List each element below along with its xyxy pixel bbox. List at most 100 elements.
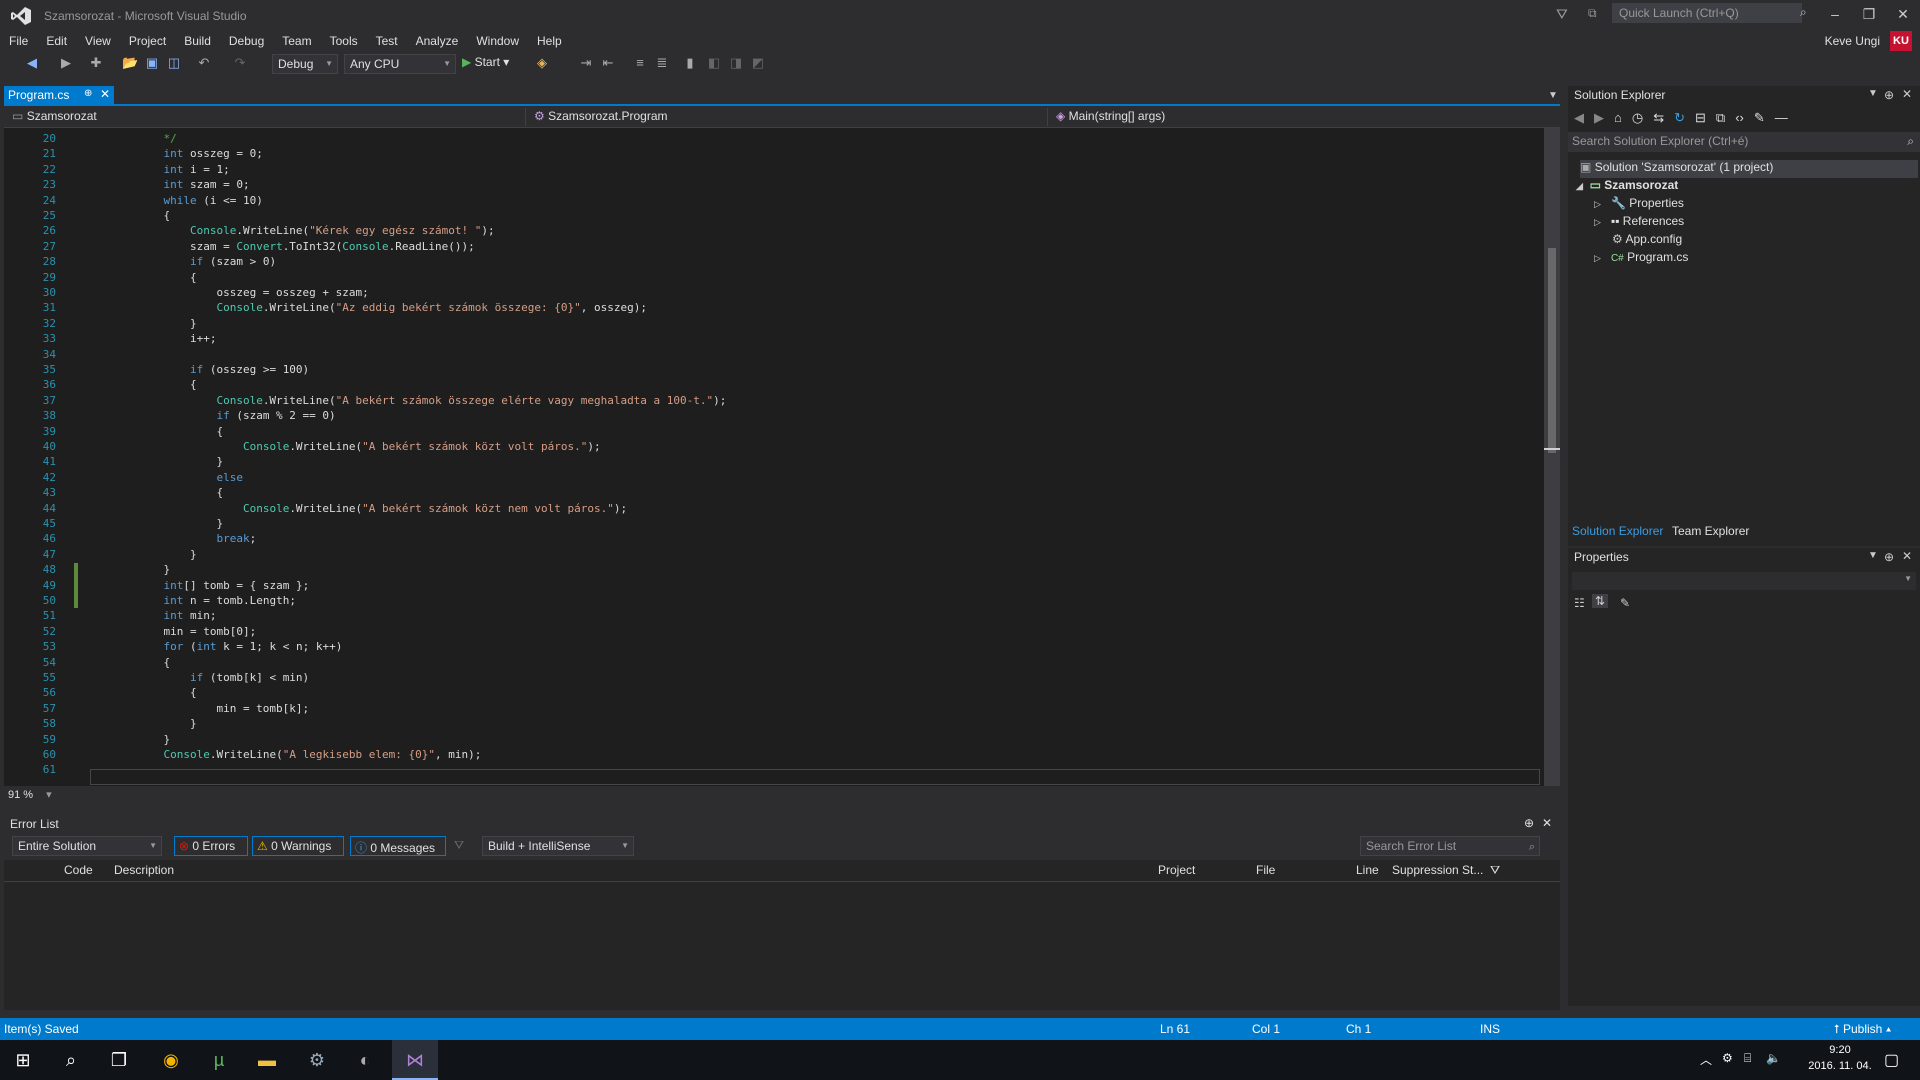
code-line[interactable]: if (tomb[k] < min): [84, 671, 309, 684]
code-line[interactable]: break;: [84, 532, 256, 545]
start-button[interactable]: ▶ Start ▾: [462, 55, 509, 69]
prev-bookmark-icon[interactable]: ◧: [706, 55, 722, 71]
error-search-input[interactable]: Search Error List ⌕: [1360, 836, 1540, 856]
code-line[interactable]: min = tomb[k];: [84, 702, 309, 715]
code-line[interactable]: while (i <= 10): [84, 194, 262, 207]
minimize-button[interactable]: –: [1822, 4, 1848, 24]
undo-icon[interactable]: ↶: [196, 55, 212, 71]
code-line[interactable]: osszeg = osszeg + szam;: [84, 286, 368, 299]
close-tab-icon[interactable]: ✕: [100, 87, 110, 101]
code-line[interactable]: {: [84, 486, 223, 499]
tree-project[interactable]: ◢ ▭ Szamsorozat: [1576, 178, 1678, 192]
code-line[interactable]: i++;: [84, 332, 217, 345]
tab-team-explorer[interactable]: Team Explorer: [1672, 524, 1749, 538]
code-line[interactable]: {: [84, 378, 197, 391]
code-line[interactable]: if (szam % 2 == 0): [84, 409, 335, 422]
messages-filter-button[interactable]: ⓘ 0 Messages: [350, 836, 446, 856]
steam-icon[interactable]: ⚙: [294, 1040, 340, 1080]
filter-icon[interactable]: ⛛: [454, 838, 464, 853]
code-line[interactable]: }: [84, 517, 223, 530]
menu-edit[interactable]: Edit: [37, 32, 76, 50]
source-select[interactable]: Build + IntelliSense ▼: [482, 836, 634, 856]
col-file[interactable]: File: [1256, 863, 1275, 877]
errors-filter-button[interactable]: ⊗ 0 Errors: [174, 836, 248, 856]
solution-search-input[interactable]: Search Solution Explorer (Ctrl+é) ⌕: [1568, 132, 1920, 152]
code-line[interactable]: int min;: [84, 609, 216, 622]
warnings-filter-button[interactable]: ⚠ 0 Warnings: [252, 836, 344, 856]
platform-select[interactable]: Any CPU ▼: [344, 54, 456, 74]
code-line[interactable]: {: [84, 686, 197, 699]
uncomment-icon[interactable]: ≣: [654, 55, 670, 71]
tree-item-program-cs[interactable]: ▷ C# Program.cs: [1594, 250, 1688, 264]
filter-icon[interactable]: ⛛: [1556, 6, 1568, 23]
close-icon[interactable]: ✕: [1542, 816, 1552, 830]
home-icon[interactable]: ⌂: [1614, 110, 1622, 126]
code-line[interactable]: else: [84, 471, 243, 484]
pin-icon[interactable]: ⊕: [84, 88, 92, 99]
save-icon[interactable]: ▣: [144, 55, 160, 71]
history-icon[interactable]: ◷: [1632, 110, 1643, 126]
quick-launch-input[interactable]: Quick Launch (Ctrl+Q): [1612, 3, 1802, 23]
forward-icon[interactable]: ▶: [1594, 110, 1604, 126]
code-line[interactable]: int[] tomb = { szam };: [84, 579, 309, 592]
class-combo[interactable]: ⚙ Szamsorozat.Program: [530, 108, 1048, 126]
step-icon[interactable]: ⇥: [578, 55, 594, 71]
menu-file[interactable]: File: [0, 32, 37, 50]
user-name[interactable]: Keve Ungi: [1825, 34, 1880, 48]
code-line[interactable]: Console.WriteLine("A legkisebb elem: {0}…: [84, 748, 481, 761]
menu-tools[interactable]: Tools: [321, 32, 367, 50]
col-code[interactable]: Code: [64, 863, 93, 877]
volume-icon[interactable]: 🔈: [1766, 1051, 1781, 1065]
view-code-icon[interactable]: ‹›: [1735, 110, 1744, 126]
code-line[interactable]: for (int k = 1; k < n; k++): [84, 640, 342, 653]
pin-icon[interactable]: ⊕: [1524, 816, 1534, 830]
close-button[interactable]: ✕: [1890, 4, 1916, 24]
property-pages-icon[interactable]: ✎: [1620, 596, 1630, 610]
start-windows-icon[interactable]: ⊞: [0, 1040, 46, 1080]
tree-item-properties[interactable]: ▷ 🔧 Properties: [1594, 196, 1684, 210]
show-all-files-icon[interactable]: ⧉: [1716, 110, 1725, 126]
clear-bookmarks-icon[interactable]: ◩: [750, 55, 766, 71]
code-line[interactable]: min = tomb[0];: [84, 625, 256, 638]
open-file-icon[interactable]: 📂: [122, 55, 138, 71]
categorized-icon[interactable]: ☷: [1574, 596, 1585, 610]
col-description[interactable]: Description: [114, 863, 174, 877]
menu-test[interactable]: Test: [367, 32, 407, 50]
code-line[interactable]: }: [84, 317, 197, 330]
code-line[interactable]: szam = Convert.ToInt32(Console.ReadLine(…: [84, 240, 475, 253]
code-line[interactable]: Console.WriteLine("A bekért számok közt …: [84, 440, 601, 453]
tree-item-references[interactable]: ▷ ▪▪ References: [1594, 214, 1684, 228]
editor-vertical-scrollbar[interactable]: [1544, 128, 1560, 786]
column-filter-icon[interactable]: ⛛: [1490, 863, 1500, 878]
chrome-icon[interactable]: ◉: [148, 1040, 194, 1080]
code-line[interactable]: int i = 1;: [84, 163, 229, 176]
code-line[interactable]: int n = tomb.Length;: [84, 594, 295, 607]
code-line[interactable]: {: [84, 271, 197, 284]
tab-program-cs[interactable]: Program.cs ⊕ ✕: [4, 86, 114, 104]
pin-icon[interactable]: ⊕: [1884, 550, 1894, 564]
task-view-icon[interactable]: ❐: [96, 1040, 142, 1080]
app-icon[interactable]: ◐: [342, 1040, 388, 1080]
code-line[interactable]: */: [84, 132, 176, 145]
code-line[interactable]: if (osszeg >= 100): [84, 363, 309, 376]
close-icon[interactable]: ✕: [1902, 87, 1912, 101]
menu-debug[interactable]: Debug: [220, 32, 273, 50]
redo-icon[interactable]: ↷: [232, 55, 248, 71]
tree-solution[interactable]: ▣ Solution 'Szamsorozat' (1 project): [1580, 160, 1918, 178]
scrollbar-thumb[interactable]: [1548, 248, 1556, 453]
zoom-level[interactable]: 91 %: [8, 789, 33, 801]
code-line[interactable]: Console.WriteLine("Az eddig bekért számo…: [84, 301, 647, 314]
tray-overflow-icon[interactable]: ︿: [1700, 1051, 1712, 1068]
feedback-icon[interactable]: ⧉: [1588, 6, 1597, 21]
code-line[interactable]: Console.WriteLine("A bekért számok közt …: [84, 502, 627, 515]
clock-date[interactable]: 2016. 11. 04.: [1800, 1060, 1880, 1072]
pin-icon[interactable]: ⊕: [1884, 88, 1894, 102]
refresh-icon[interactable]: ↻: [1674, 110, 1685, 126]
code-line[interactable]: {: [84, 656, 170, 669]
menu-project[interactable]: Project: [120, 32, 175, 50]
browser-link-icon[interactable]: ◈: [534, 55, 550, 71]
code-line[interactable]: }: [84, 733, 170, 746]
collapse-icon[interactable]: —: [1775, 110, 1788, 126]
code-line[interactable]: int osszeg = 0;: [84, 147, 262, 160]
config-select[interactable]: Debug ▼: [272, 54, 338, 74]
